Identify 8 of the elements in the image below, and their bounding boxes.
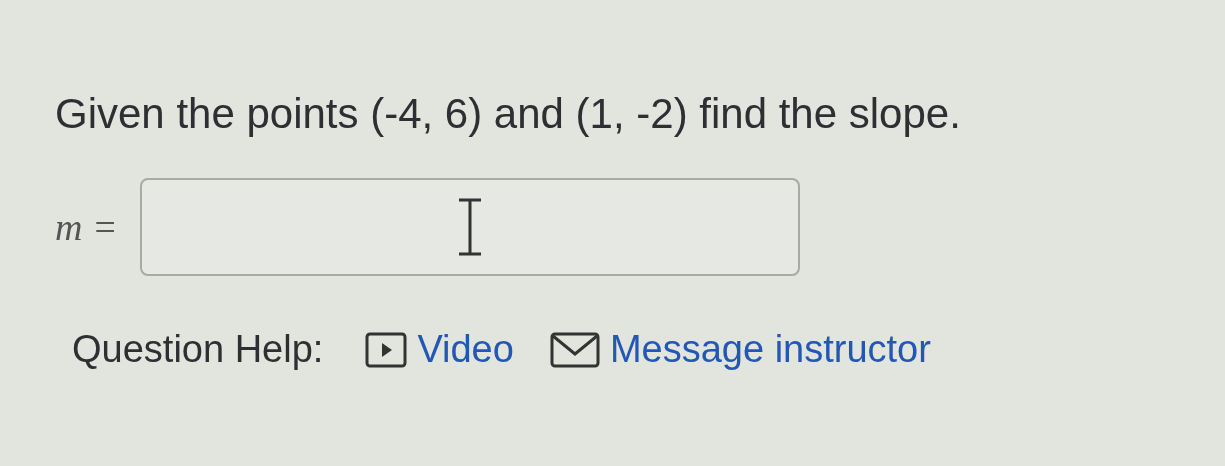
variable-label: m = bbox=[55, 205, 118, 249]
answer-field[interactable] bbox=[139, 178, 800, 276]
mail-icon bbox=[549, 331, 600, 368]
question-text: Given the points (-4, 6) and (1, -2) find the slope. bbox=[55, 89, 962, 139]
help-label: Question Help: bbox=[72, 328, 324, 371]
video-link[interactable]: Video bbox=[365, 328, 514, 371]
message-link[interactable]: Message instructor bbox=[549, 328, 931, 371]
play-icon bbox=[365, 331, 408, 368]
